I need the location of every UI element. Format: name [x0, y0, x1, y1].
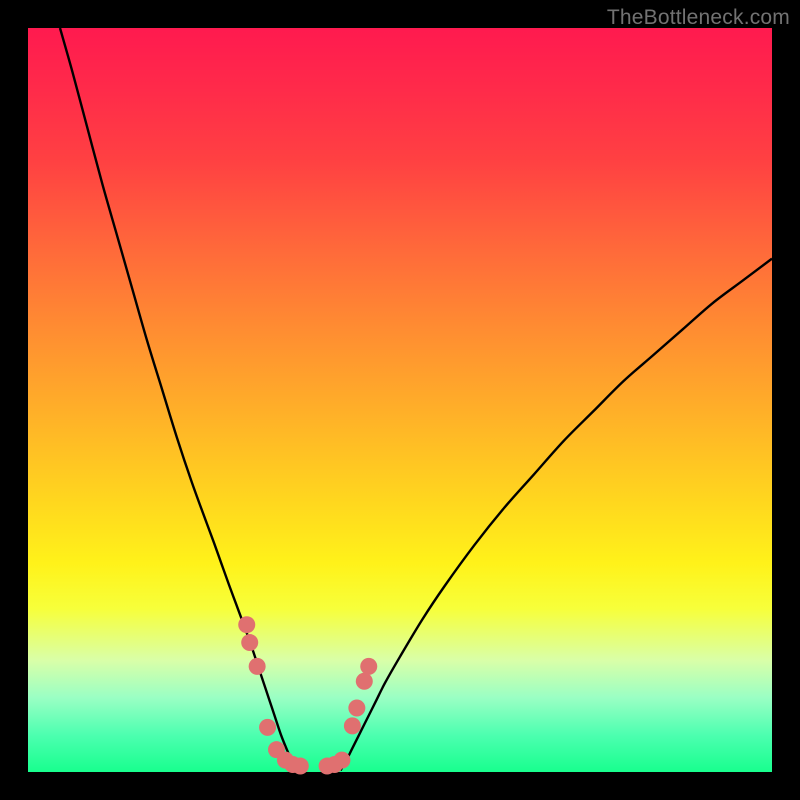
- data-point: [356, 673, 373, 690]
- data-point: [333, 752, 350, 769]
- data-markers: [238, 616, 377, 774]
- data-point: [348, 700, 365, 717]
- chart-svg: [28, 28, 772, 772]
- data-point: [360, 658, 377, 675]
- left-curve: [60, 28, 297, 771]
- data-point: [259, 719, 276, 736]
- chart-plot-area: [28, 28, 772, 772]
- data-point: [238, 616, 255, 633]
- data-point: [344, 717, 361, 734]
- data-point: [292, 758, 309, 775]
- data-point: [241, 634, 258, 651]
- chart-frame: TheBottleneck.com: [0, 0, 800, 800]
- watermark-text: TheBottleneck.com: [607, 6, 790, 30]
- right-curve: [340, 259, 772, 771]
- data-point: [249, 658, 266, 675]
